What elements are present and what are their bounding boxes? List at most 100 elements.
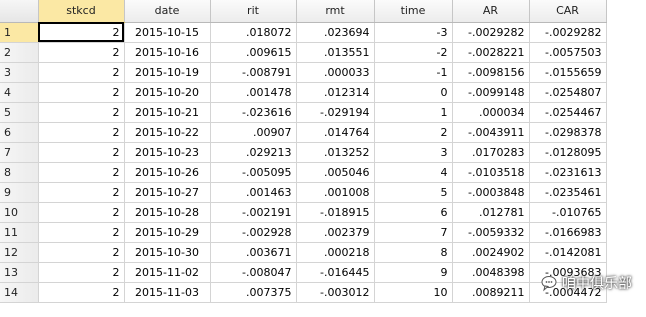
cell-rit[interactable]: -.023616 (210, 102, 297, 123)
cell-stkcd[interactable]: 2 (38, 142, 125, 163)
cell-date[interactable]: 2015-10-29 (124, 222, 211, 243)
row-number[interactable]: 3 (0, 62, 39, 83)
cell-stkcd[interactable]: 2 (38, 42, 125, 63)
cell-car[interactable]: -.010765 (529, 202, 607, 223)
row-number[interactable]: 1 (0, 22, 39, 43)
cell-rit[interactable]: .009615 (210, 42, 297, 63)
cell-rmt[interactable]: .023694 (296, 22, 375, 43)
row-number[interactable]: 9 (0, 182, 39, 203)
column-header-ar[interactable]: AR (452, 0, 530, 23)
cell-date[interactable]: 2015-10-21 (124, 102, 211, 123)
cell-car[interactable]: -.0029282 (529, 22, 607, 43)
cell-time[interactable]: 3 (374, 142, 453, 163)
cell-time[interactable]: 4 (374, 162, 453, 183)
cell-ar[interactable]: -.0029282 (452, 22, 530, 43)
cell-car[interactable]: -.0254807 (529, 82, 607, 103)
cell-rmt[interactable]: -.016445 (296, 262, 375, 283)
cell-date[interactable]: 2015-10-28 (124, 202, 211, 223)
cell-ar[interactable]: .000034 (452, 102, 530, 123)
cell-date[interactable]: 2015-10-22 (124, 122, 211, 143)
cell-rmt[interactable]: .013252 (296, 142, 375, 163)
cell-rmt[interactable]: .014764 (296, 122, 375, 143)
cell-rmt[interactable]: .000218 (296, 242, 375, 263)
cell-date[interactable]: 2015-10-16 (124, 42, 211, 63)
cell-stkcd[interactable]: 2 (38, 102, 125, 123)
cell-rit[interactable]: .018072 (210, 22, 297, 43)
cell-rit[interactable]: -.008791 (210, 62, 297, 83)
cell-time[interactable]: -3 (374, 22, 453, 43)
cell-rmt[interactable]: .002379 (296, 222, 375, 243)
row-number[interactable]: 14 (0, 282, 39, 303)
corner-header[interactable] (0, 0, 39, 23)
cell-ar[interactable]: .0024902 (452, 242, 530, 263)
cell-ar[interactable]: -.0043911 (452, 122, 530, 143)
cell-stkcd[interactable]: 2 (38, 122, 125, 143)
row-number[interactable]: 12 (0, 242, 39, 263)
cell-time[interactable]: 9 (374, 262, 453, 283)
cell-ar[interactable]: -.0099148 (452, 82, 530, 103)
cell-date[interactable]: 2015-10-26 (124, 162, 211, 183)
cell-stkcd[interactable]: 2 (38, 162, 125, 183)
cell-rmt[interactable]: .012314 (296, 82, 375, 103)
cell-time[interactable]: 8 (374, 242, 453, 263)
column-header-rit[interactable]: rit (210, 0, 297, 23)
cell-car[interactable]: -.0235461 (529, 182, 607, 203)
cell-date[interactable]: 2015-10-15 (124, 22, 211, 43)
cell-car[interactable]: -.0298378 (529, 122, 607, 143)
cell-time[interactable]: 0 (374, 82, 453, 103)
column-header-car[interactable]: CAR (529, 0, 607, 23)
cell-stkcd[interactable]: 2 (38, 222, 125, 243)
cell-rit[interactable]: .001463 (210, 182, 297, 203)
cell-rit[interactable]: .00907 (210, 122, 297, 143)
cell-rit[interactable]: .007375 (210, 282, 297, 303)
row-number[interactable]: 8 (0, 162, 39, 183)
cell-time[interactable]: 7 (374, 222, 453, 243)
cell-rmt[interactable]: -.018915 (296, 202, 375, 223)
cell-stkcd[interactable]: 2 (38, 182, 125, 203)
cell-rit[interactable]: .029213 (210, 142, 297, 163)
cell-date[interactable]: 2015-10-27 (124, 182, 211, 203)
cell-ar[interactable]: -.0098156 (452, 62, 530, 83)
row-number[interactable]: 13 (0, 262, 39, 283)
cell-car[interactable]: -.0254467 (529, 102, 607, 123)
cell-time[interactable]: 2 (374, 122, 453, 143)
cell-date[interactable]: 2015-10-23 (124, 142, 211, 163)
row-number[interactable]: 10 (0, 202, 39, 223)
cell-ar[interactable]: .0048398 (452, 262, 530, 283)
cell-stkcd[interactable]: 2 (38, 242, 125, 263)
cell-time[interactable]: 5 (374, 182, 453, 203)
cell-time[interactable]: -2 (374, 42, 453, 63)
cell-rmt[interactable]: .001008 (296, 182, 375, 203)
cell-date[interactable]: 2015-11-03 (124, 282, 211, 303)
cell-stkcd[interactable]: 2 (38, 22, 125, 43)
cell-time[interactable]: -1 (374, 62, 453, 83)
cell-car[interactable]: -.0057503 (529, 42, 607, 63)
cell-ar[interactable]: -.0003848 (452, 182, 530, 203)
cell-car[interactable]: -.0155659 (529, 62, 607, 83)
cell-rmt[interactable]: .000033 (296, 62, 375, 83)
cell-stkcd[interactable]: 2 (38, 202, 125, 223)
row-number[interactable]: 5 (0, 102, 39, 123)
cell-date[interactable]: 2015-10-30 (124, 242, 211, 263)
cell-rit[interactable]: -.002928 (210, 222, 297, 243)
cell-date[interactable]: 2015-11-02 (124, 262, 211, 283)
cell-time[interactable]: 6 (374, 202, 453, 223)
column-header-rmt[interactable]: rmt (296, 0, 375, 23)
cell-ar[interactable]: .0170283 (452, 142, 530, 163)
cell-ar[interactable]: -.0059332 (452, 222, 530, 243)
cell-car[interactable]: -.0128095 (529, 142, 607, 163)
row-number[interactable]: 11 (0, 222, 39, 243)
cell-car[interactable]: -.0142081 (529, 242, 607, 263)
cell-rit[interactable]: -.008047 (210, 262, 297, 283)
cell-ar[interactable]: -.0028221 (452, 42, 530, 63)
cell-date[interactable]: 2015-10-20 (124, 82, 211, 103)
cell-car[interactable]: -.0166983 (529, 222, 607, 243)
column-header-time[interactable]: time (374, 0, 453, 23)
cell-time[interactable]: 10 (374, 282, 453, 303)
cell-rmt[interactable]: .005046 (296, 162, 375, 183)
row-number[interactable]: 2 (0, 42, 39, 63)
cell-rit[interactable]: -.002191 (210, 202, 297, 223)
cell-ar[interactable]: .012781 (452, 202, 530, 223)
cell-stkcd[interactable]: 2 (38, 282, 125, 303)
cell-stkcd[interactable]: 2 (38, 82, 125, 103)
